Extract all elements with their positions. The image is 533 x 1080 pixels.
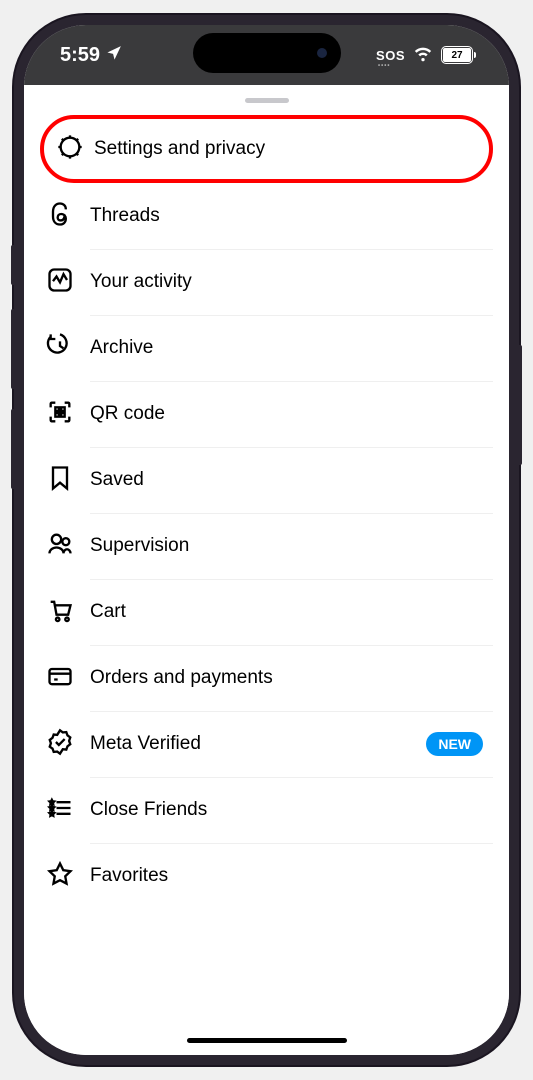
activity-icon: [46, 266, 74, 299]
location-icon: [106, 44, 123, 67]
star-icon: [46, 860, 74, 893]
gear-icon: [56, 133, 84, 166]
menu-label: Supervision: [90, 535, 189, 557]
menu-label: QR code: [90, 403, 165, 425]
credit-card-icon: [46, 662, 74, 695]
home-indicator[interactable]: [187, 1038, 347, 1043]
sheet-handle-area[interactable]: [24, 85, 509, 115]
archive-icon: [46, 332, 74, 365]
battery-icon: 27: [441, 46, 473, 64]
menu-item-cart[interactable]: Cart: [40, 579, 493, 645]
menu-label: Orders and payments: [90, 667, 273, 689]
menu-item-qr-code[interactable]: QR code: [40, 381, 493, 447]
menu-list: Settings and privacy Threads Your activi…: [24, 115, 509, 1055]
menu-label: Meta Verified: [90, 733, 201, 755]
physical-button: [11, 409, 14, 489]
menu-item-settings-and-privacy[interactable]: Settings and privacy: [40, 115, 493, 183]
sos-indicator: SOS: [376, 48, 405, 63]
menu-item-threads[interactable]: Threads: [40, 183, 493, 249]
menu-label: Close Friends: [90, 799, 207, 821]
menu-item-your-activity[interactable]: Your activity: [40, 249, 493, 315]
menu-item-favorites[interactable]: Favorites: [40, 843, 493, 909]
close-friends-icon: [46, 794, 74, 827]
menu-label: Cart: [90, 601, 126, 623]
screen: 5:59 SOS 27: [24, 25, 509, 1055]
physical-button: [11, 309, 14, 389]
menu-label: Threads: [90, 205, 160, 227]
menu-item-close-friends[interactable]: Close Friends: [40, 777, 493, 843]
verified-badge-icon: [46, 728, 74, 761]
physical-button: [11, 245, 14, 285]
new-badge: NEW: [426, 732, 483, 756]
phone-frame: 5:59 SOS 27: [14, 15, 519, 1065]
menu-item-supervision[interactable]: Supervision: [40, 513, 493, 579]
menu-item-meta-verified[interactable]: Meta Verified NEW: [40, 711, 493, 777]
menu-label: Favorites: [90, 865, 168, 887]
dynamic-island: [193, 33, 341, 73]
menu-item-archive[interactable]: Archive: [40, 315, 493, 381]
menu-label: Saved: [90, 469, 144, 491]
menu-label: Your activity: [90, 271, 192, 293]
status-time: 5:59: [60, 44, 100, 67]
wifi-icon: [413, 43, 433, 68]
qr-code-icon: [46, 398, 74, 431]
threads-icon: [46, 200, 74, 233]
status-bar: 5:59 SOS 27: [24, 25, 509, 85]
status-right: SOS 27: [376, 43, 473, 68]
bookmark-icon: [46, 464, 74, 497]
menu-label: Settings and privacy: [94, 138, 265, 160]
menu-item-orders-and-payments[interactable]: Orders and payments: [40, 645, 493, 711]
status-left: 5:59: [60, 44, 123, 67]
supervision-icon: [46, 530, 74, 563]
sheet-handle-icon: [245, 98, 289, 103]
physical-button: [519, 345, 522, 465]
menu-label: Archive: [90, 337, 153, 359]
cart-icon: [46, 596, 74, 629]
battery-level: 27: [443, 48, 471, 62]
menu-item-saved[interactable]: Saved: [40, 447, 493, 513]
